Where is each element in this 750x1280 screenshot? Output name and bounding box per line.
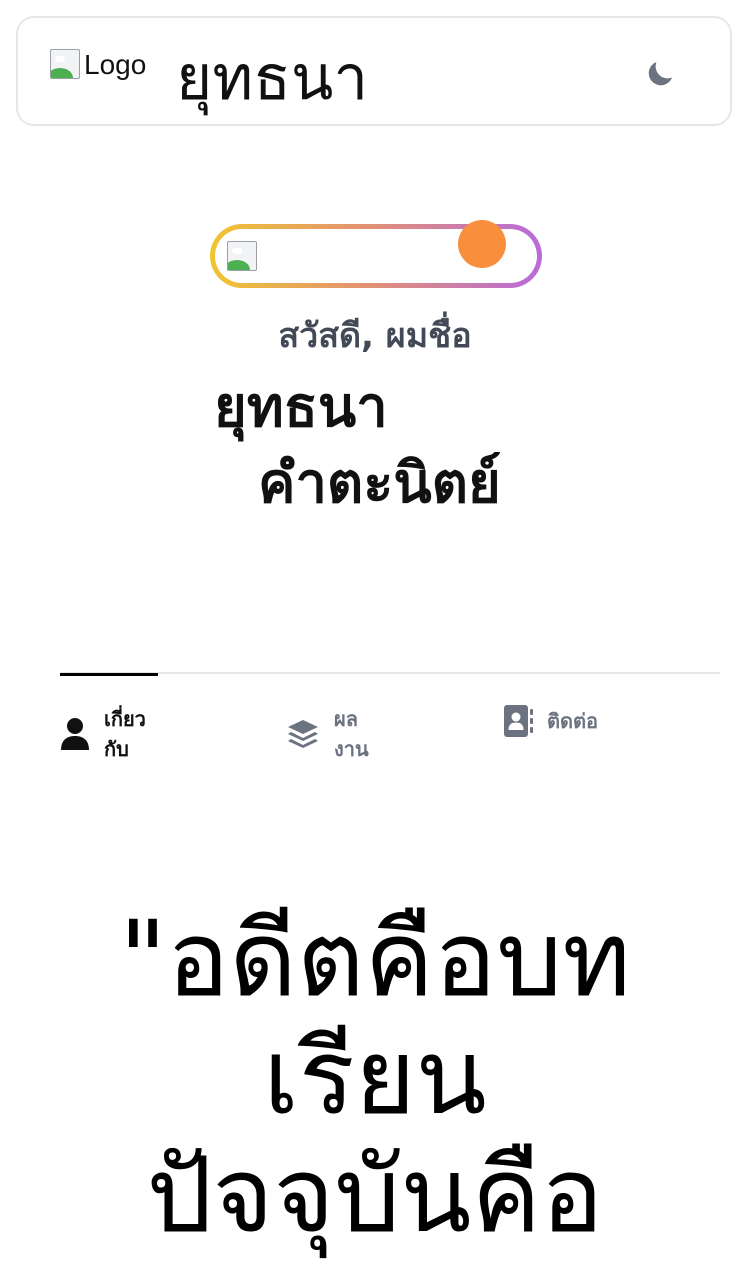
broken-image-icon	[50, 49, 82, 81]
logo[interactable]: Logo	[50, 48, 146, 82]
tab-works[interactable]: ผล งาน	[286, 704, 369, 764]
contact-book-icon	[504, 705, 533, 737]
site-title[interactable]: ยุทธนา	[176, 38, 368, 118]
quote-text: "อดีตคือบท เรียน ปัจจุบันคือ	[119, 898, 631, 1256]
tab-works-label: ผล งาน	[334, 707, 369, 761]
moon-icon	[648, 61, 673, 86]
theme-toggle-button[interactable]	[638, 52, 682, 96]
logo-alt-text: Logo	[84, 49, 147, 80]
tab-contact-label: ติดต่อ	[547, 709, 598, 733]
active-tab-indicator	[60, 673, 158, 676]
tab-about[interactable]: เกี่ยว กับ	[60, 704, 146, 764]
first-name: ยุทธนา	[214, 375, 388, 440]
user-icon	[61, 718, 89, 750]
greeting-text: สวัสดี, ผมชื่อ	[278, 316, 472, 356]
tab-about-label: เกี่ยว กับ	[104, 707, 146, 761]
last-name: คำตะนิตย์	[258, 451, 501, 516]
page: Logo ยุทธนา สวัสดี, ผมชื่อ ยุทธนา คำตะนิ…	[0, 0, 750, 1280]
tabs-divider	[60, 672, 720, 674]
top-nav-card: Logo ยุทธนา	[16, 16, 732, 126]
avatar-broken-image-icon	[227, 241, 259, 273]
status-dot	[458, 220, 506, 268]
tab-contact[interactable]: ติดต่อ	[503, 704, 598, 738]
layers-icon	[288, 720, 318, 748]
